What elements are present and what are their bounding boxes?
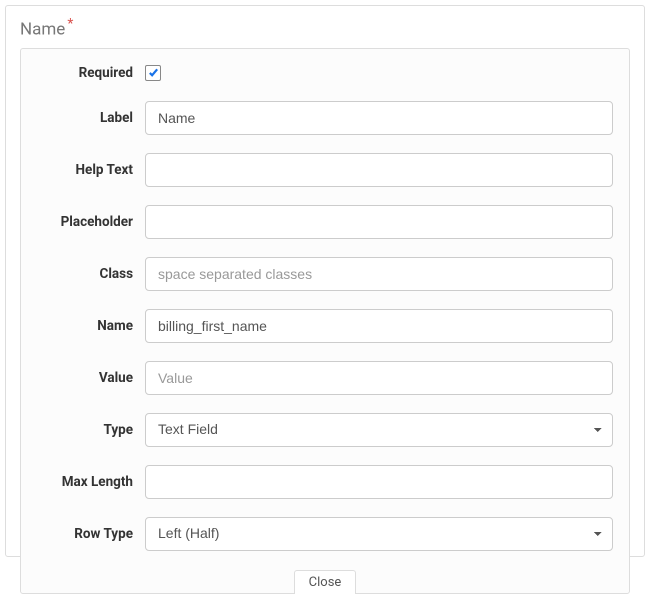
row-help-text: Help Text <box>21 153 629 187</box>
row-type: Type Text Field <box>21 413 629 447</box>
label-name: Name <box>37 318 145 334</box>
label-label: Label <box>37 110 145 126</box>
placeholder-input[interactable] <box>145 205 613 239</box>
label-help-text: Help Text <box>37 162 145 178</box>
name-input[interactable] <box>145 309 613 343</box>
label-placeholder: Placeholder <box>37 214 145 230</box>
checkmark-icon <box>148 67 159 78</box>
label-row-type: Row Type <box>37 526 145 542</box>
value-input[interactable] <box>145 361 613 395</box>
label-value: Value <box>37 370 145 386</box>
help-text-input[interactable] <box>145 153 613 187</box>
required-asterisk-icon: * <box>67 16 73 32</box>
close-button-wrap: Close <box>21 569 629 593</box>
row-required: Required <box>21 63 629 83</box>
panel-title: Name* <box>20 16 630 40</box>
label-input[interactable] <box>145 101 613 135</box>
label-required: Required <box>37 65 145 81</box>
label-class: Class <box>37 266 145 282</box>
close-button[interactable]: Close <box>294 570 357 594</box>
label-type: Type <box>37 422 145 438</box>
panel-title-text: Name <box>20 20 65 40</box>
field-editor-panel: Name* Required Label Help Text Placehold… <box>5 5 645 557</box>
control-required <box>145 63 613 83</box>
field-form: Required Label Help Text Placeholder <box>20 48 630 594</box>
row-row-type: Row Type Left (Half) <box>21 517 629 551</box>
row-value: Value <box>21 361 629 395</box>
label-max-length: Max Length <box>37 474 145 490</box>
max-length-input[interactable] <box>145 465 613 499</box>
row-max-length: Max Length <box>21 465 629 499</box>
row-placeholder: Placeholder <box>21 205 629 239</box>
row-class: Class <box>21 257 629 291</box>
row-label: Label <box>21 101 629 135</box>
row-name: Name <box>21 309 629 343</box>
class-input[interactable] <box>145 257 613 291</box>
required-checkbox[interactable] <box>145 65 161 81</box>
type-select[interactable]: Text Field <box>145 413 613 447</box>
row-type-select[interactable]: Left (Half) <box>145 517 613 551</box>
